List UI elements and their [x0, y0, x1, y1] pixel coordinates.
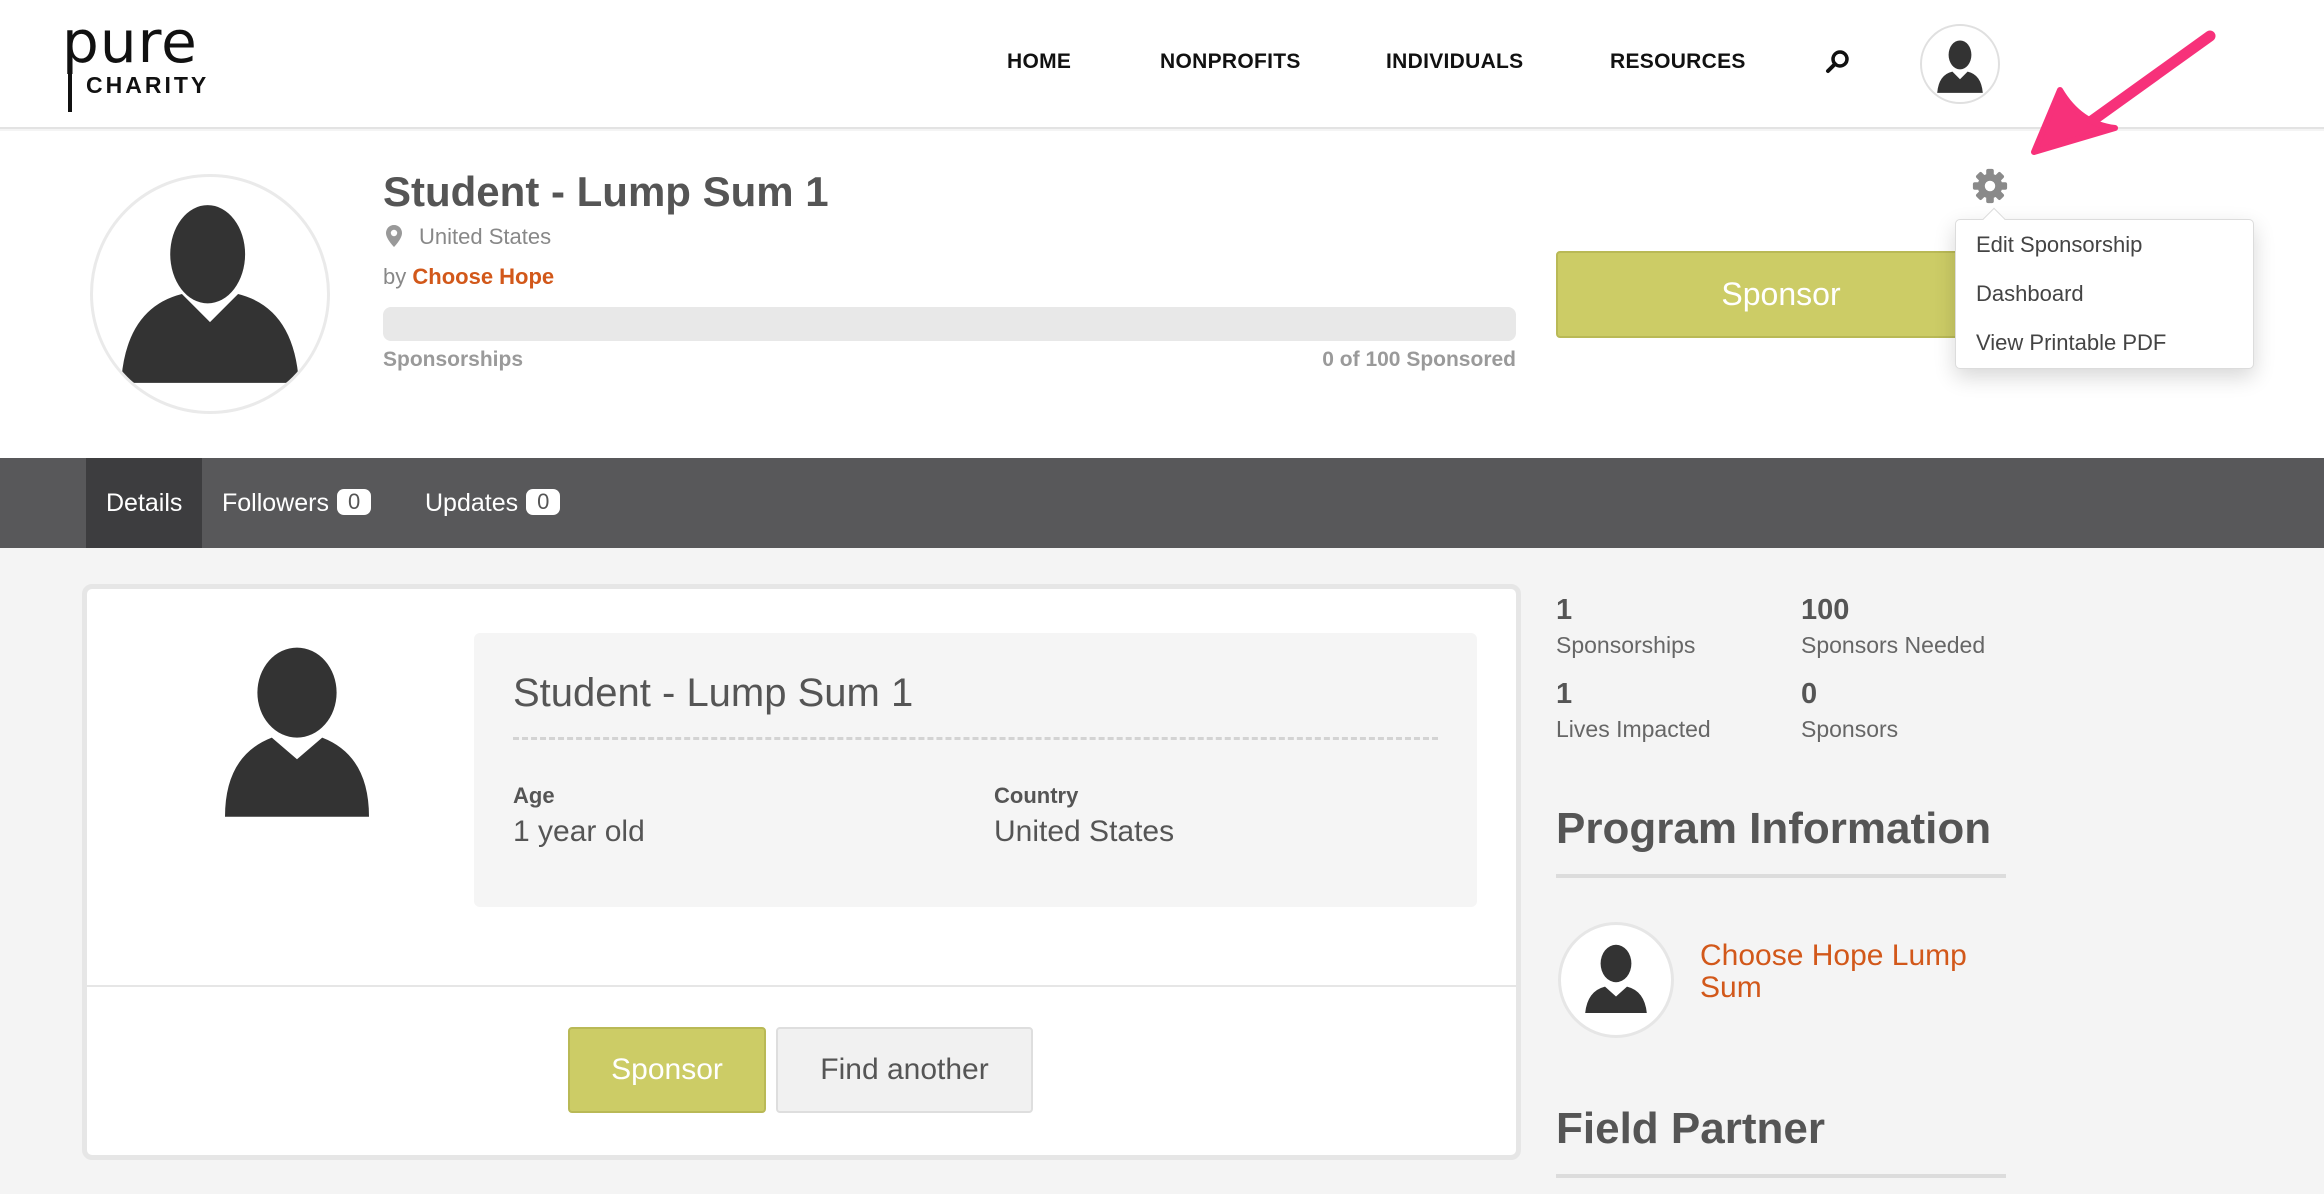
- logo-bar: [68, 54, 72, 112]
- sponsor-button[interactable]: Sponsor: [1556, 251, 2006, 338]
- age-label: Age: [513, 783, 555, 808]
- profile-organization: by Choose Hope: [383, 264, 554, 290]
- progress-count: 0 of 100 Sponsored: [1322, 348, 1516, 371]
- student-info-box: Student - Lump Sum 1 Age 1 year old Coun…: [474, 633, 1477, 907]
- stat-sponsors-needed-label: Sponsors Needed: [1801, 632, 1986, 658]
- stat-sponsors-needed-value: 100: [1801, 594, 1850, 626]
- nav-individuals[interactable]: INDIVIDUALS: [1386, 50, 1523, 74]
- details-card: Student - Lump Sum 1 Age 1 year old Coun…: [82, 584, 1521, 1160]
- logo-word-pure: pure: [62, 8, 198, 76]
- person-icon: [1937, 40, 1983, 93]
- card-sponsor-button[interactable]: Sponsor: [568, 1027, 766, 1113]
- pure-charity-logo[interactable]: pure CHARITY: [62, 10, 212, 112]
- tab-details-label: Details: [106, 489, 183, 517]
- card-divider: [87, 985, 1516, 987]
- nav-nonprofits[interactable]: NONPROFITS: [1160, 50, 1301, 74]
- profile-location: United States: [419, 224, 552, 249]
- age-value: 1 year old: [513, 815, 645, 848]
- country-value: United States: [994, 815, 1175, 848]
- country-label: Country: [994, 783, 1079, 808]
- followers-count-badge: 0: [336, 489, 372, 515]
- stat-sponsorships-label: Sponsorships: [1556, 632, 1696, 658]
- stat-lives-impacted-value: 1: [1556, 678, 1573, 710]
- annotation-arrow-icon: [2031, 30, 2216, 155]
- stat-sponsors-value: 0: [1801, 678, 1818, 710]
- tab-bar: Details Followers 0 Updates 0: [0, 458, 2324, 548]
- menu-item-edit-sponsorship[interactable]: Edit Sponsorship: [1976, 232, 2142, 258]
- person-icon: [121, 205, 299, 383]
- tab-details[interactable]: Details: [86, 458, 202, 548]
- person-icon: [1585, 944, 1647, 1013]
- nav-home[interactable]: HOME: [1007, 50, 1071, 74]
- section-rule: [1556, 874, 2006, 878]
- settings-dropdown-menu: Edit Sponsorship Dashboard View Printabl…: [1955, 207, 2254, 369]
- nav-resources[interactable]: RESOURCES: [1610, 50, 1746, 74]
- stat-sponsors-label: Sponsors: [1801, 716, 1899, 742]
- tab-updates-label: Updates: [425, 489, 519, 517]
- by-prefix: by: [383, 264, 407, 289]
- sponsorship-progress-bar: [383, 307, 1516, 341]
- tab-followers[interactable]: Followers 0: [222, 458, 372, 548]
- page-title: Student - Lump Sum 1: [383, 168, 829, 215]
- organization-link[interactable]: Choose Hope: [412, 264, 554, 289]
- find-another-button[interactable]: Find another: [776, 1027, 1033, 1113]
- person-icon: [225, 647, 369, 817]
- stat-lives-impacted-label: Lives Impacted: [1556, 716, 1711, 742]
- field-partner-heading: Field Partner: [1556, 1104, 1825, 1153]
- program-link[interactable]: Choose Hope Lump Sum: [1700, 940, 2010, 1004]
- profile-avatar: [90, 174, 330, 414]
- user-avatar[interactable]: [1920, 24, 2000, 104]
- progress-label: Sponsorships: [383, 348, 524, 371]
- menu-item-dashboard[interactable]: Dashboard: [1976, 281, 2084, 307]
- stat-sponsorships-value: 1: [1556, 594, 1573, 626]
- tab-followers-label: Followers: [222, 489, 329, 517]
- student-photo: [207, 644, 387, 824]
- gear-icon[interactable]: [1971, 167, 2009, 205]
- tab-updates[interactable]: Updates 0: [425, 458, 561, 548]
- top-navbar: pure CHARITY HOME NONPROFITS INDIVIDUALS…: [0, 0, 2324, 129]
- logo-word-charity: CHARITY: [86, 72, 210, 98]
- search-icon[interactable]: [1824, 48, 1852, 76]
- section-rule: [1556, 1174, 2006, 1178]
- menu-item-view-printable-pdf[interactable]: View Printable PDF: [1976, 330, 2166, 356]
- program-information-heading: Program Information: [1556, 804, 1992, 853]
- dashed-divider: [513, 737, 1438, 740]
- student-name-heading: Student - Lump Sum 1: [513, 671, 914, 715]
- location-pin-icon: [386, 225, 402, 247]
- program-avatar[interactable]: [1558, 922, 1674, 1038]
- updates-count-badge: 0: [526, 489, 561, 515]
